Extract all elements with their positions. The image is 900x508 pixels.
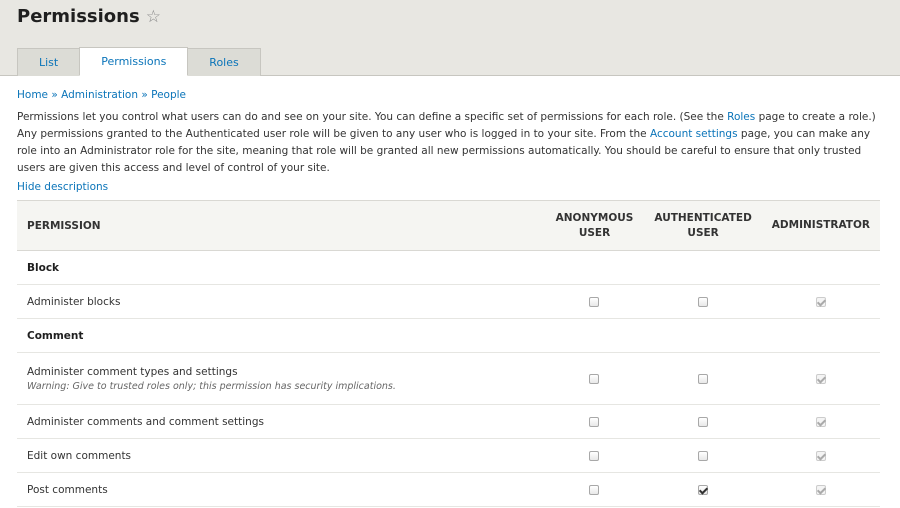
permission-label: Administer comment types and settings: [27, 365, 238, 378]
cell-authenticated: [644, 284, 762, 319]
tab-permissions[interactable]: Permissions: [79, 47, 189, 76]
breadcrumb-people[interactable]: People: [151, 89, 186, 101]
checkbox-authenticated[interactable]: [698, 416, 709, 427]
column-header-anonymous-line1: ANONYMOUS: [555, 211, 634, 224]
breadcrumb-separator: »: [141, 89, 148, 101]
roles-link[interactable]: Roles: [727, 111, 755, 123]
column-header-authenticated: AUTHENTICATED USER: [644, 200, 762, 251]
module-name: Block: [17, 250, 880, 285]
module-row-block: Block: [17, 250, 880, 285]
checkbox-administrator: [815, 373, 826, 384]
checkbox-authenticated[interactable]: [698, 450, 709, 461]
checkbox-authenticated[interactable]: [698, 484, 709, 495]
star-outline-icon[interactable]: ☆: [146, 7, 161, 27]
intro-part-1: Permissions let you control what users c…: [17, 111, 728, 123]
permission-name: Administer comments and comment settings: [17, 404, 545, 439]
column-header-administrator: ADMINISTRATOR: [761, 200, 880, 251]
breadcrumb-home[interactable]: Home: [17, 89, 48, 101]
permission-label: Edit own comments: [27, 449, 132, 462]
cell-administrator: [761, 352, 880, 405]
module-name: Comment: [17, 318, 880, 353]
table-header-row: PERMISSION ANONYMOUS USER AUTHENTICATED US…: [17, 200, 880, 251]
column-header-authenticated-line2: USER: [687, 226, 719, 239]
breadcrumb-separator: »: [51, 89, 58, 101]
cell-anonymous: [544, 472, 645, 507]
permission-name: Administer comment types and settings War…: [17, 352, 545, 405]
checkbox-anonymous[interactable]: [589, 416, 600, 427]
checkbox-anonymous[interactable]: [589, 484, 600, 495]
table-row: Post comments: [17, 472, 880, 507]
cell-anonymous: [544, 284, 645, 319]
column-header-permission: PERMISSION: [17, 200, 545, 251]
cell-administrator: [761, 438, 880, 473]
column-header-anonymous-line2: USER: [578, 226, 611, 239]
cell-anonymous: [544, 352, 645, 405]
checkbox-anonymous[interactable]: [589, 296, 600, 307]
account-settings-link[interactable]: Account settings: [650, 128, 738, 140]
permissions-table: PERMISSION ANONYMOUS USER AUTHENTICATED US…: [17, 200, 880, 507]
checkbox-anonymous[interactable]: [589, 373, 600, 384]
column-header-anonymous: ANONYMOUS USER: [544, 200, 645, 251]
cell-anonymous: [544, 438, 645, 473]
checkbox-administrator: [815, 416, 826, 427]
checkbox-administrator: [815, 450, 826, 461]
permission-label: Post comments: [27, 483, 108, 496]
intro-text: Permissions let you control what users c…: [17, 109, 883, 177]
breadcrumb-administration[interactable]: Administration: [61, 89, 138, 101]
checkbox-administrator: [815, 484, 826, 495]
checkbox-administrator: [815, 296, 826, 307]
checkbox-authenticated[interactable]: [698, 296, 709, 307]
table-row: Edit own comments: [17, 438, 880, 473]
cell-authenticated: [644, 438, 762, 473]
breadcrumb: Home » Administration » People: [17, 89, 883, 101]
cell-administrator: [761, 404, 880, 439]
table-row: Administer blocks: [17, 284, 880, 319]
tab-list[interactable]: List: [17, 48, 81, 76]
checkbox-authenticated[interactable]: [698, 373, 709, 384]
permission-name: Post comments: [17, 472, 545, 507]
page-header: Permissions ☆ List Permissions Roles: [0, 0, 900, 76]
cell-administrator: [761, 472, 880, 507]
module-row-comment: Comment: [17, 318, 880, 353]
permission-warning: Warning: Give to trusted roles only; thi…: [27, 380, 396, 392]
permission-name: Edit own comments: [17, 438, 545, 473]
permission-label: Administer blocks: [27, 295, 121, 308]
permission-label: Administer comments and comment settings: [27, 415, 264, 428]
cell-authenticated: [644, 404, 762, 439]
cell-authenticated: [644, 352, 762, 405]
column-header-authenticated-line1: AUTHENTICATED: [654, 211, 752, 224]
table-row: Administer comments and comment settings: [17, 404, 880, 439]
table-row: Administer comment types and settings War…: [17, 352, 880, 405]
cell-anonymous: [544, 404, 645, 439]
hide-descriptions-link[interactable]: Hide descriptions: [17, 181, 883, 193]
cell-administrator: [761, 284, 880, 319]
page-title: Permissions ☆: [17, 6, 161, 27]
page-title-text: Permissions: [17, 6, 140, 27]
checkbox-anonymous[interactable]: [589, 450, 600, 461]
cell-authenticated: [644, 472, 762, 507]
tab-roles[interactable]: Roles: [187, 48, 261, 76]
tab-bar: List Permissions Roles: [17, 47, 261, 76]
permission-name: Administer blocks: [17, 284, 545, 319]
main-content: Home » Administration » People Permissio…: [0, 76, 900, 507]
